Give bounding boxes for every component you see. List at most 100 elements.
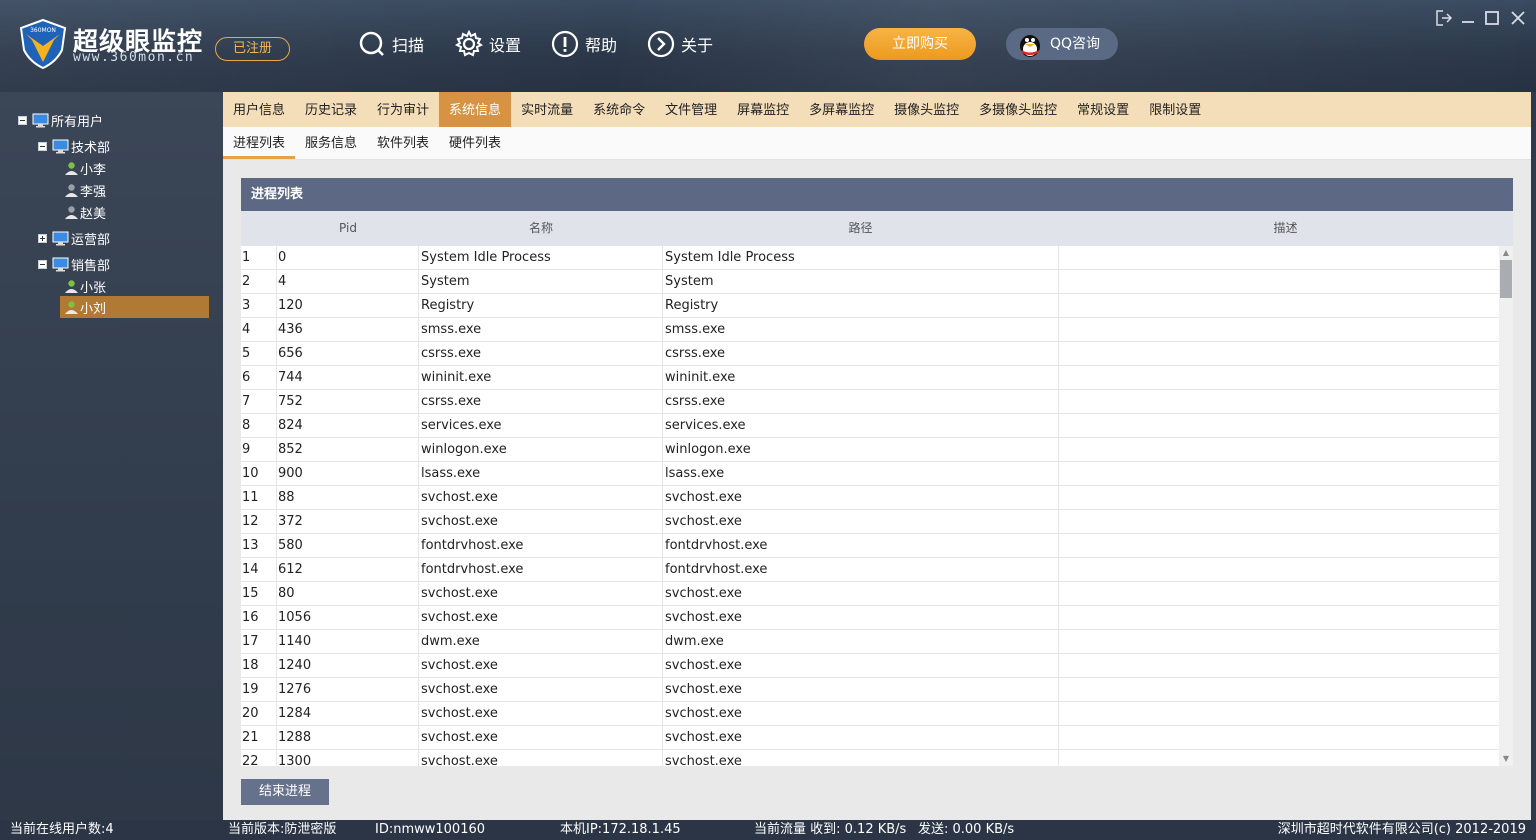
main-tab[interactable]: 历史记录 [295,92,367,127]
tree-node-user[interactable]: 赵美 [64,201,106,223]
table-row[interactable]: 19 1276 svchost.exe svchost.exe [241,678,1499,702]
main-tab[interactable]: 行为审计 [367,92,439,127]
table-row[interactable]: 2 4 System System [241,270,1499,294]
settings-button[interactable]: 设置 [455,29,521,59]
scroll-down-arrow-icon[interactable]: ▼ [1501,754,1511,764]
table-row[interactable]: 7 752 csrss.exe csrss.exe [241,390,1499,414]
close-button[interactable] [1508,8,1528,28]
sub-tab[interactable]: 硬件列表 [439,127,511,159]
main-tab[interactable]: 屏幕监控 [727,92,799,127]
qq-consult-button[interactable]: QQ咨询 [1006,28,1118,60]
table-row[interactable]: 22 1300 svchost.exe svchost.exe [241,750,1499,766]
column-header-index [241,211,277,246]
table-row[interactable]: 8 824 services.exe services.exe [241,414,1499,438]
logout-button[interactable] [1434,8,1454,28]
tree-node-group-ops[interactable]: 运营部 [38,227,110,249]
cell-description [1059,270,1499,294]
cell-description [1059,294,1499,318]
monitor-icon [52,257,69,271]
user-icon [65,205,78,219]
cell-pid: 752 [277,390,419,414]
column-header-description[interactable]: 描述 [1058,211,1513,246]
monitor-icon [52,139,69,153]
about-button[interactable]: 关于 [647,29,713,59]
maximize-button[interactable] [1482,8,1502,28]
scroll-up-arrow-icon[interactable]: ▲ [1501,248,1511,258]
sub-tab[interactable]: 软件列表 [367,127,439,159]
tree-node-group-tech[interactable]: 技术部 [38,135,110,157]
cell-index: 9 [241,438,277,462]
main-tab[interactable]: 系统信息 [439,92,512,127]
main-tab[interactable]: 系统命令 [583,92,655,127]
cell-pid: 1240 [277,654,419,678]
cell-name: smss.exe [420,318,663,342]
table-row[interactable]: 6 744 wininit.exe wininit.exe [241,366,1499,390]
tree-node-root[interactable]: 所有用户 [18,109,103,131]
cell-description [1059,414,1499,438]
cell-path: smss.exe [664,318,1059,342]
tree-node-user[interactable]: 小张 [64,275,106,297]
minimize-button[interactable] [1458,8,1478,28]
table-row[interactable]: 9 852 winlogon.exe winlogon.exe [241,438,1499,462]
end-process-button[interactable]: 结束进程 [241,779,329,805]
cell-path: svchost.exe [664,726,1059,750]
collapse-toggle[interactable] [38,141,47,151]
main-tab[interactable]: 文件管理 [655,92,727,127]
maximize-icon [1485,11,1499,25]
column-header-pid[interactable]: Pid [277,211,419,246]
table-row[interactable]: 16 1056 svchost.exe svchost.exe [241,606,1499,630]
cell-description [1059,750,1499,766]
main-tab[interactable]: 限制设置 [1139,92,1211,127]
main-tab-bar: 用户信息 历史记录 行为审计 系统信息 实时流量 系统命令 文件管理 屏幕监控 多屏幕监控 摄像头… [223,92,1531,127]
collapse-toggle[interactable] [38,259,47,269]
table-row[interactable]: 5 656 csrss.exe csrss.exe [241,342,1499,366]
vertical-scrollbar[interactable]: ▲ ▼ [1499,246,1513,766]
scan-button[interactable]: 扫描 [358,29,424,59]
main-tab[interactable]: 常规设置 [1067,92,1139,127]
cell-name: winlogon.exe [420,438,663,462]
cell-path: System Idle Process [664,246,1059,270]
monitor-icon [32,113,49,127]
main-tab[interactable]: 多摄像头监控 [969,92,1067,127]
cell-path: svchost.exe [664,750,1059,766]
app-url: www.360mon.cn [73,50,195,65]
column-header-name[interactable]: 名称 [419,211,663,246]
table-row[interactable]: 20 1284 svchost.exe svchost.exe [241,702,1499,726]
table-row[interactable]: 12 372 svchost.exe svchost.exe [241,510,1499,534]
buy-now-button[interactable]: 立即购买 [864,28,976,60]
table-row[interactable]: 1 0 System Idle Process System Idle Process [241,246,1499,270]
table-row[interactable]: 4 436 smss.exe smss.exe [241,318,1499,342]
table-row[interactable]: 14 612 fontdrvhost.exe fontdrvhost.exe [241,558,1499,582]
table-row[interactable]: 10 900 lsass.exe lsass.exe [241,462,1499,486]
table-row[interactable]: 18 1240 svchost.exe svchost.exe [241,654,1499,678]
sub-tab[interactable]: 服务信息 [295,127,367,159]
cell-description [1059,606,1499,630]
cell-index: 13 [241,534,277,558]
table-row[interactable]: 15 80 svchost.exe svchost.exe [241,582,1499,606]
main-tab[interactable]: 多屏幕监控 [799,92,884,127]
table-row[interactable]: 11 88 svchost.exe svchost.exe [241,486,1499,510]
scroll-thumb[interactable] [1500,260,1512,298]
sub-tab[interactable]: 进程列表 [223,127,296,159]
table-row[interactable]: 13 580 fontdrvhost.exe fontdrvhost.exe [241,534,1499,558]
main-tab[interactable]: 实时流量 [511,92,583,127]
help-button[interactable]: 帮助 [551,29,617,59]
table-row[interactable]: 17 1140 dwm.exe dwm.exe [241,630,1499,654]
tree-node-user-selected[interactable]: 小刘 [60,296,209,318]
expand-toggle[interactable] [38,233,47,243]
column-header-path[interactable]: 路径 [663,211,1058,246]
cell-name: svchost.exe [420,750,663,766]
tree-node-user[interactable]: 李强 [64,179,106,201]
cell-description [1059,630,1499,654]
cell-path: winlogon.exe [664,438,1059,462]
collapse-toggle[interactable] [18,115,27,125]
main-tab[interactable]: 用户信息 [223,92,295,127]
registered-badge: 已注册 [215,37,290,61]
table-row[interactable]: 21 1288 svchost.exe svchost.exe [241,726,1499,750]
tree-node-user[interactable]: 小李 [64,157,106,179]
table-row[interactable]: 3 120 Registry Registry [241,294,1499,318]
cell-description [1059,342,1499,366]
tree-label-group: 技术部 [71,140,111,156]
tree-node-group-sales[interactable]: 销售部 [38,253,110,275]
main-tab[interactable]: 摄像头监控 [884,92,969,127]
